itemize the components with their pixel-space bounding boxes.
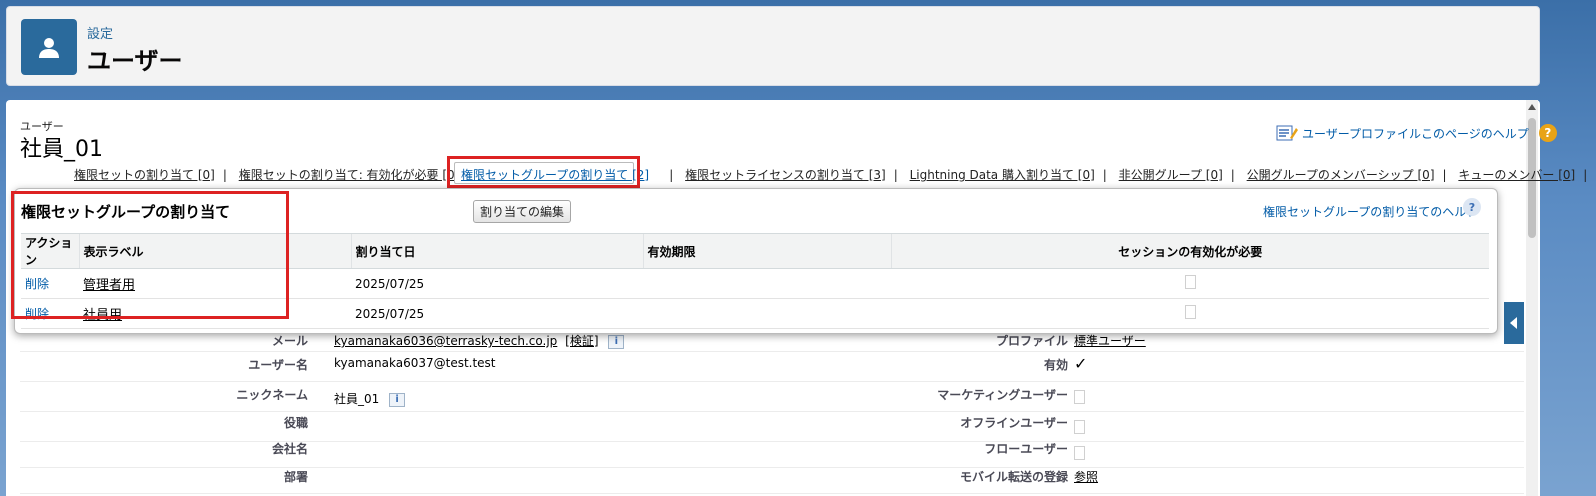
- user-name-heading: 社員_01: [20, 137, 103, 162]
- link-lightning-data[interactable]: Lightning Data 購入割り当て [0]: [910, 168, 1095, 182]
- link-private-groups[interactable]: 非公開グループ [0]: [1119, 168, 1223, 182]
- help-question-icon[interactable]: ?: [1538, 124, 1557, 142]
- detail-row-dept: 部署 モバイル転送の登録 参照: [20, 464, 1524, 494]
- detail-row-username: ユーザー名 kyamanaka6037@test.test 有効 ✓: [20, 352, 1524, 382]
- overlay-help-icon[interactable]: ?: [1463, 198, 1481, 216]
- link-permset-assign[interactable]: 権限セットの割り当て [0]: [74, 168, 215, 182]
- col-date: 割り当て日: [350, 233, 643, 269]
- assigned-date: 2025/07/25: [351, 298, 643, 329]
- offline-label: オフラインユーザー: [960, 416, 1068, 430]
- link-queue-members[interactable]: キューのメンバー [0]: [1458, 168, 1575, 182]
- assigned-date: 2025/07/25: [351, 268, 643, 299]
- highlight-box-table: [11, 191, 289, 319]
- expiry-date: [643, 268, 891, 299]
- flow-checkbox: [1074, 446, 1085, 460]
- help-link-label[interactable]: ユーザープロファイルこのページのヘルプ: [1302, 125, 1529, 142]
- marketing-checkbox: [1074, 390, 1085, 404]
- profile-help-icon: [1276, 125, 1298, 141]
- profile-label: プロファイル: [995, 334, 1068, 348]
- session-checkbox: [1184, 275, 1196, 289]
- col-session: セッションの有効化が必要: [890, 233, 1489, 269]
- highlight-box-link: [447, 156, 640, 188]
- link-public-groups[interactable]: 公開グループのメンバーシップ [0]: [1247, 168, 1435, 182]
- link-permset-activation[interactable]: 権限セットの割り当て: 有効化が必要 [0]: [239, 168, 460, 182]
- mobile-label: モバイル転送の登録: [959, 470, 1068, 484]
- overlay-help-link[interactable]: 権限セットグループの割り当てのヘルプ: [1263, 203, 1478, 220]
- mobile-link[interactable]: 参照: [1074, 468, 1098, 485]
- related-links-bar: 権限セットの割り当て [0] | 権限セットの割り当て: 有効化が必要 [0] | …: [74, 168, 1588, 182]
- edit-assignments-button[interactable]: 割り当ての編集: [473, 200, 572, 223]
- expiry-date: [643, 298, 891, 329]
- offline-checkbox: [1074, 420, 1085, 434]
- page-title: ユーザー: [87, 47, 183, 75]
- page-header: 設定 ユーザー: [6, 6, 1540, 86]
- marketing-label: マーケティングユーザー: [937, 388, 1068, 402]
- link-permset-license[interactable]: 権限セットライセンスの割り当て [3]: [685, 168, 886, 182]
- detail-row-nickname: ニックネーム 社員_01 i マーケティングユーザー: [20, 382, 1524, 412]
- profile-value[interactable]: 標準ユーザー: [1074, 332, 1146, 349]
- user-icon: [21, 19, 77, 75]
- active-check-icon: ✓: [1074, 354, 1088, 373]
- active-label: 有効: [1043, 358, 1068, 372]
- session-checkbox: [1184, 305, 1196, 319]
- flow-label: フローユーザー: [984, 442, 1068, 456]
- header-section: 設定: [87, 27, 114, 42]
- col-expiry: 有効期限: [642, 233, 891, 269]
- collapse-panel-tab[interactable]: [1504, 302, 1524, 344]
- scroll-up-icon[interactable]: [1528, 104, 1536, 110]
- vertical-scrollbar[interactable]: [1526, 100, 1538, 496]
- help-link[interactable]: ユーザープロファイルこのページのヘルプ ?: [1276, 124, 1557, 142]
